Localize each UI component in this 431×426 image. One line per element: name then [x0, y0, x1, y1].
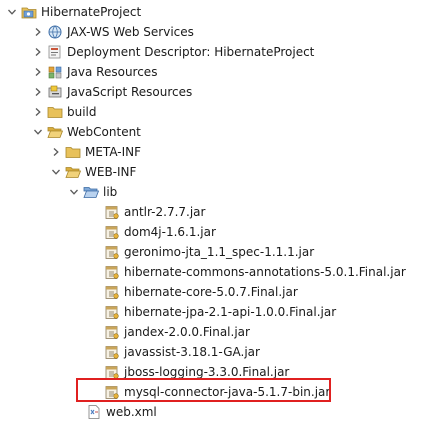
project-explorer-tree: HibernateProject JAX-WS Web Services Dep…	[0, 0, 431, 426]
jar-file-icon	[104, 344, 120, 360]
chevron-right-icon[interactable]	[32, 42, 44, 62]
deployment-descriptor-icon	[47, 44, 63, 60]
tree-item-label: JavaScript Resources	[67, 85, 193, 99]
chevron-right-icon[interactable]	[32, 102, 44, 122]
folder-open-icon	[65, 164, 81, 180]
chevron-down-icon[interactable]	[68, 182, 80, 202]
jar-file-icon	[104, 224, 120, 240]
chevron-right-icon[interactable]	[50, 142, 62, 162]
chevron-right-icon[interactable]	[32, 82, 44, 102]
tree-item-label: JAX-WS Web Services	[67, 25, 194, 39]
web-services-icon	[47, 24, 63, 40]
tree-item-jar-file[interactable]: hibernate-commons-annotations-5.0.1.Fina…	[104, 262, 406, 282]
tree-item-label: lib	[103, 185, 118, 199]
jar-file-icon	[104, 264, 120, 280]
jar-file-icon	[104, 204, 120, 220]
xml-file-icon	[86, 404, 102, 420]
tree-item-label: hibernate-commons-annotations-5.0.1.Fina…	[124, 265, 406, 279]
chevron-down-icon[interactable]	[6, 2, 18, 22]
tree-item-label: dom4j-1.6.1.jar	[124, 225, 216, 239]
tree-item-jaxws[interactable]: JAX-WS Web Services	[32, 22, 194, 42]
tree-item-jar-file[interactable]: antlr-2.7.7.jar	[104, 202, 205, 222]
tree-item-web-xml[interactable]: web.xml	[86, 402, 157, 422]
tree-item-label: Java Resources	[67, 65, 158, 79]
tree-item-jar-file[interactable]: hibernate-jpa-2.1-api-1.0.0.Final.jar	[104, 302, 336, 322]
tree-item-lib[interactable]: lib	[68, 182, 117, 202]
tree-item-label: javassist-3.18.1-GA.jar	[124, 345, 260, 359]
tree-item-label: antlr-2.7.7.jar	[124, 205, 206, 219]
tree-item-label: META-INF	[85, 145, 142, 159]
chevron-right-icon[interactable]	[32, 62, 44, 82]
tree-item-label: Deployment Descriptor: HibernateProject	[67, 45, 315, 59]
tree-item-hibernate-project[interactable]: HibernateProject	[6, 2, 141, 22]
jar-file-icon	[104, 284, 120, 300]
tree-item-label: jandex-2.0.0.Final.jar	[124, 325, 250, 339]
tree-item-label: hibernate-core-5.0.7.Final.jar	[124, 285, 298, 299]
tree-item-label: WebContent	[67, 125, 141, 139]
tree-item-build[interactable]: build	[32, 102, 97, 122]
jar-file-icon	[104, 304, 120, 320]
tree-item-jar-file[interactable]: hibernate-core-5.0.7.Final.jar	[104, 282, 298, 302]
tree-item-javascript-resources[interactable]: JavaScript Resources	[32, 82, 192, 102]
tree-item-label: geronimo-jta_1.1_spec-1.1.1.jar	[124, 245, 315, 259]
chevron-down-icon[interactable]	[32, 122, 44, 142]
folder-open-icon	[47, 124, 63, 140]
tree-item-webcontent[interactable]: WebContent	[32, 122, 141, 142]
jar-file-icon	[104, 324, 120, 340]
tree-item-label: hibernate-jpa-2.1-api-1.0.0.Final.jar	[124, 305, 337, 319]
tree-item-meta-inf[interactable]: META-INF	[50, 142, 141, 162]
folder-open-icon	[83, 184, 99, 200]
chevron-right-icon[interactable]	[32, 22, 44, 42]
folder-icon	[65, 144, 81, 160]
tree-item-web-inf[interactable]: WEB-INF	[50, 162, 136, 182]
highlight-box	[76, 378, 331, 402]
tree-item-label: build	[67, 105, 97, 119]
tree-item-deployment-descriptor[interactable]: Deployment Descriptor: HibernateProject	[32, 42, 314, 62]
tree-item-jar-file[interactable]: geronimo-jta_1.1_spec-1.1.1.jar	[104, 242, 314, 262]
tree-item-jar-file[interactable]: dom4j-1.6.1.jar	[104, 222, 216, 242]
javascript-resources-icon	[47, 84, 63, 100]
tree-item-label: WEB-INF	[85, 165, 137, 179]
folder-icon	[47, 104, 63, 120]
jar-file-icon	[104, 244, 120, 260]
tree-item-label: HibernateProject	[41, 5, 142, 19]
java-resources-icon	[47, 64, 63, 80]
tree-item-java-resources[interactable]: Java Resources	[32, 62, 157, 82]
chevron-down-icon[interactable]	[50, 162, 62, 182]
tree-item-label: web.xml	[106, 405, 157, 419]
tree-item-jar-file[interactable]: jandex-2.0.0.Final.jar	[104, 322, 250, 342]
tree-item-jar-file[interactable]: javassist-3.18.1-GA.jar	[104, 342, 260, 362]
project-icon	[21, 4, 37, 20]
